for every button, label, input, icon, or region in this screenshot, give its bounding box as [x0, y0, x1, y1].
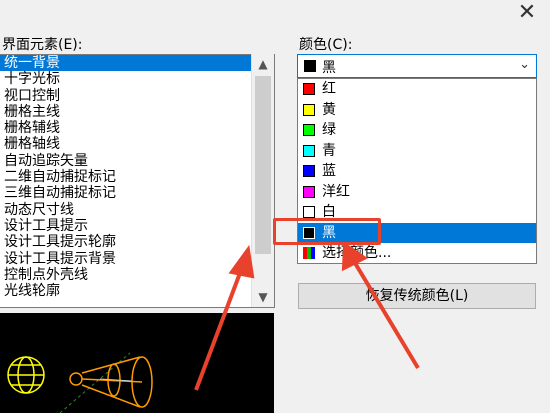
color-swatch: [303, 185, 315, 198]
list-item[interactable]: 光线轮廓: [0, 283, 274, 299]
list-item[interactable]: 设计工具提示轮廓: [0, 234, 274, 250]
list-item[interactable]: 设计工具提示背景: [0, 251, 274, 267]
list-item[interactable]: 十字光标: [0, 71, 274, 87]
close-icon[interactable]: ✕: [514, 2, 540, 26]
annotation-highlight-box: [273, 218, 381, 245]
list-item[interactable]: 二维自动捕捉标记: [0, 169, 274, 185]
color-swatch-black: [304, 60, 316, 72]
color-swatch: [303, 124, 315, 136]
color-option-label: 洋红: [322, 183, 350, 200]
color-option-magenta[interactable]: 洋红: [298, 182, 536, 203]
color-swatch: [303, 144, 315, 157]
color-option-yellow[interactable]: 黄: [298, 100, 536, 121]
color-swatch: [303, 83, 315, 95]
interface-elements-label: 界面元素(E):: [2, 37, 83, 53]
list-item[interactable]: 栅格主线: [0, 104, 274, 120]
vertical-scrollbar[interactable]: ▲ ▼: [251, 54, 274, 307]
chevron-down-icon[interactable]: ▼: [252, 287, 274, 307]
color-option-green[interactable]: 绿: [298, 120, 536, 141]
list-item[interactable]: 设计工具提示: [0, 218, 274, 234]
color-select[interactable]: 黑 ⌄: [297, 54, 537, 78]
color-option-cyan[interactable]: 青: [298, 141, 536, 162]
color-swatch: [303, 206, 315, 218]
list-item[interactable]: 自动追踪矢量: [0, 153, 274, 169]
preview-graphic: [7, 352, 153, 413]
list-item[interactable]: 三维自动捕捉标记: [0, 185, 274, 201]
chevron-up-icon[interactable]: ▲: [252, 54, 274, 74]
color-option-label: 选择颜色...: [322, 245, 392, 261]
color-option-label: 青: [322, 142, 336, 159]
color-swatch: [303, 103, 315, 116]
multicolor-grid-icon: [303, 247, 315, 259]
color-option-label: 黄: [322, 101, 336, 118]
list-item[interactable]: 控制点外壳线: [0, 267, 274, 283]
restore-classic-colors-button[interactable]: 恢复传统颜色(L): [298, 283, 536, 309]
list-item[interactable]: 统一背景: [0, 55, 274, 72]
list-item[interactable]: 栅格辅线: [0, 120, 274, 136]
color-option-red[interactable]: 红: [298, 79, 536, 100]
color-option-label: 蓝: [322, 163, 336, 179]
color-select-value: 黑: [322, 60, 336, 76]
scroll-thumb[interactable]: [255, 76, 271, 254]
list-item[interactable]: 动态尺寸线: [0, 202, 274, 218]
list-item[interactable]: 视口控制: [0, 88, 274, 104]
list-item[interactable]: 栅格轴线: [0, 136, 274, 152]
color-option-blue[interactable]: 蓝: [298, 161, 536, 182]
color-swatch: [303, 165, 315, 177]
color-option-label: 绿: [322, 122, 336, 138]
preview-pane: [0, 313, 274, 413]
interface-elements-listbox[interactable]: 统一背景 十字光标 视口控制 栅格主线 栅格辅线 栅格轴线 自动追踪矢量 二维自…: [0, 54, 275, 308]
color-option-select-color[interactable]: 选择颜色...: [298, 243, 536, 264]
color-label: 颜色(C):: [299, 37, 353, 53]
color-option-label: 红: [322, 81, 336, 97]
chevron-down-icon[interactable]: ⌄: [519, 57, 530, 72]
